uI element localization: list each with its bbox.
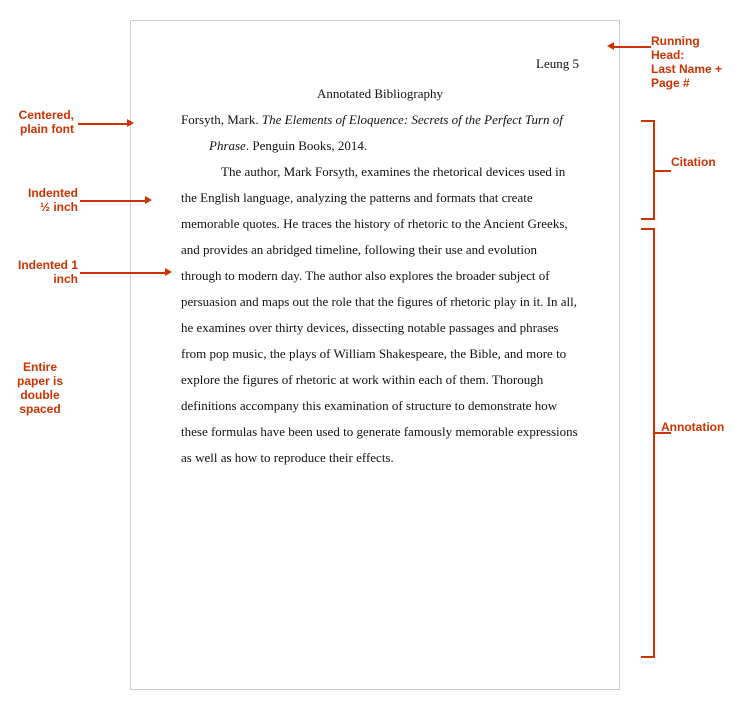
arrowhead-running-head [607, 42, 614, 50]
line-annotation [655, 432, 671, 434]
label-running-head: Running Head: Last Name + Page # [651, 34, 741, 90]
citation-bracket [641, 120, 655, 220]
document-page: Leung 5 Annotated Bibliography Forsyth, … [130, 20, 620, 690]
label-double-spaced: Entire paper is double spaced [0, 360, 80, 416]
arrow-centered [78, 123, 130, 125]
arrow-indented-half [80, 200, 148, 202]
citation-author: Forsyth, Mark. The Elements of Eloquence… [181, 112, 563, 127]
arrowhead-indented-1 [165, 268, 172, 276]
label-indented-half: Indented ½ inch [0, 186, 78, 214]
label-indented-1: Indented 1 inch [2, 258, 78, 286]
label-centered: Centered, plain font [4, 108, 74, 136]
citation-title-cont: Phrase. Penguin Books, 2014. [209, 138, 367, 153]
page-title: Annotated Bibliography [181, 81, 579, 107]
label-citation: Citation [671, 155, 741, 169]
citation-block: Forsyth, Mark. The Elements of Eloquence… [181, 107, 579, 159]
annotation-bracket [641, 228, 655, 658]
arrowhead-indented-half [145, 196, 152, 204]
running-head-text: Leung 5 [536, 51, 579, 77]
line-citation [655, 170, 671, 172]
running-head: Leung 5 [181, 51, 579, 77]
arrow-indented-1 [80, 272, 168, 274]
label-annotation: Annotation [661, 420, 741, 434]
arrow-running-head [611, 46, 651, 48]
arrowhead-centered [127, 119, 134, 127]
annotation-block: The author, Mark Forsyth, examines the r… [181, 159, 579, 471]
